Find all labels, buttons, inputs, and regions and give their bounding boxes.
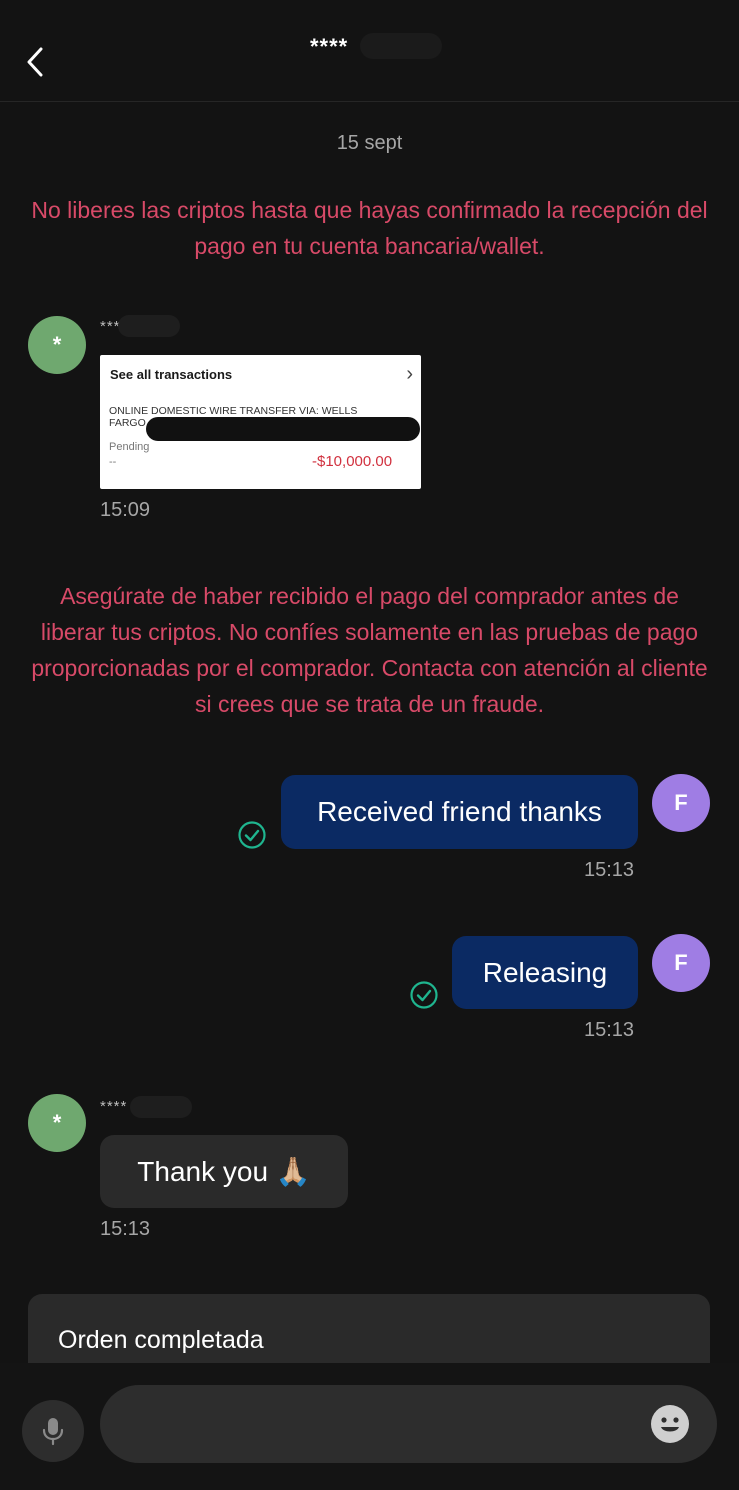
receipt-dash: --	[109, 456, 117, 468]
receipt-amount: -$10,000.00	[312, 453, 393, 470]
order-status-banner[interactable]: Orden completada	[28, 1294, 710, 1364]
message-text: Received friend thanks	[317, 796, 602, 827]
message-bubble[interactable]: Received friend thanks	[281, 775, 638, 849]
message-bubble[interactable]: Thank you 🙏🏼	[100, 1135, 348, 1208]
message-text: Releasing	[482, 956, 608, 988]
avatar[interactable]: F	[652, 934, 710, 992]
avatar-letter: F	[674, 790, 688, 815]
avatar[interactable]: *	[28, 316, 86, 374]
back-button[interactable]	[18, 42, 52, 82]
read-check-icon	[410, 981, 438, 1009]
message-time: 15:13	[584, 1019, 635, 1041]
microphone-icon	[42, 1418, 64, 1446]
redaction-mark	[130, 1096, 192, 1118]
message-time: 15:09	[100, 499, 151, 521]
redaction-mark	[146, 417, 420, 441]
message-text: Thank you 🙏🏼	[137, 1156, 311, 1187]
avatar-letter: *	[52, 1110, 62, 1135]
emoji-icon[interactable]	[650, 1404, 690, 1444]
receipt-status: Pending	[109, 441, 150, 453]
chevron-right-icon: ›	[406, 363, 413, 385]
read-check-icon	[238, 821, 266, 849]
avatar-letter: *	[52, 332, 62, 357]
date-separator: 15 sept	[336, 132, 403, 154]
redaction-mark	[118, 315, 180, 337]
message-time: 15:13	[584, 859, 635, 881]
system-warning: No liberes las criptos hasta que hayas c…	[31, 197, 708, 259]
avatar-letter: F	[674, 950, 688, 975]
chat-title: ****	[310, 34, 349, 59]
message-bubble[interactable]: Releasing	[452, 936, 638, 1009]
system-warning: Asegúrate de haber recibido el pago del …	[31, 583, 708, 717]
sender-name: ****	[100, 1098, 128, 1115]
receipt-heading: See all transactions	[110, 367, 233, 382]
chevron-left-icon	[27, 47, 43, 77]
redaction-mark	[360, 33, 442, 59]
message-time: 15:13	[100, 1218, 151, 1240]
message-input[interactable]	[100, 1385, 717, 1463]
voice-message-button[interactable]	[22, 1400, 84, 1462]
chat-header: ****	[0, 0, 739, 102]
order-status-text: Orden completada	[58, 1326, 264, 1354]
avatar[interactable]: F	[652, 774, 710, 832]
avatar[interactable]: *	[28, 1094, 86, 1152]
